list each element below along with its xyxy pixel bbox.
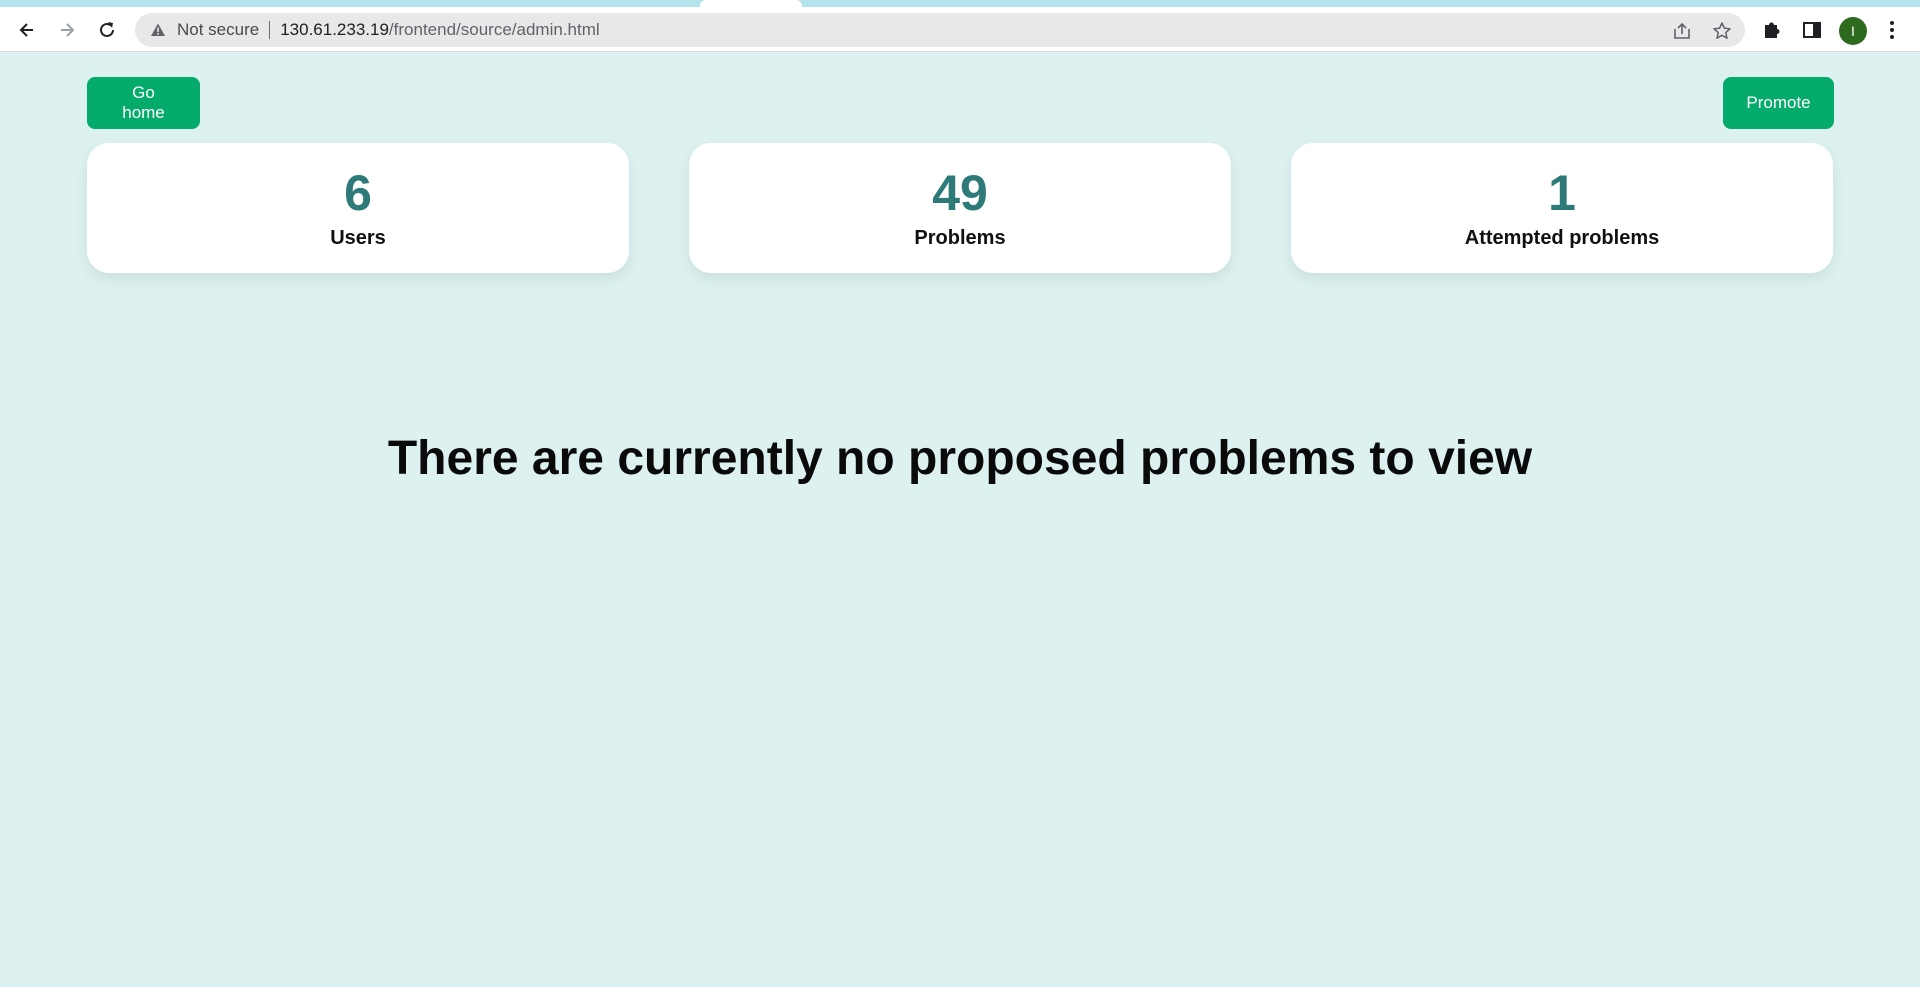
stat-label: Attempted problems <box>1464 227 1660 249</box>
reload-icon <box>100 22 114 37</box>
admin-page: Go home Promote 6 Users 49 Problems 1 At… <box>0 53 1920 987</box>
profile-avatar[interactable]: I <box>1839 17 1867 45</box>
tab-strip <box>0 0 1920 7</box>
address-bar[interactable]: Not secure 130.61.233.19/frontend/source… <box>135 13 1745 47</box>
arrow-right-icon <box>61 23 75 37</box>
security-label[interactable]: Not secure <box>177 20 259 40</box>
stat-card-attempted-problems: 1 Attempted problems <box>1291 143 1833 273</box>
stat-card-problems: 49 Problems <box>689 143 1231 273</box>
url-text[interactable]: 130.61.233.19/frontend/source/admin.html <box>280 20 599 40</box>
active-tab[interactable] <box>700 0 802 7</box>
share-icon[interactable] <box>1671 20 1693 42</box>
star-icon[interactable] <box>1711 20 1733 42</box>
arrow-left-icon <box>19 23 33 37</box>
url-host: 130.61.233.19 <box>280 20 389 39</box>
omnibox-separator <box>269 21 271 39</box>
stat-label: Users <box>330 227 386 249</box>
puzzle-icon[interactable] <box>1760 18 1784 42</box>
stat-card-users: 6 Users <box>87 143 629 273</box>
url-path: /frontend/source/admin.html <box>388 20 600 39</box>
empty-state-message: There are currently no proposed problems… <box>387 432 1533 485</box>
promote-button[interactable]: Promote <box>1723 77 1834 129</box>
stat-label: Problems <box>914 227 1006 249</box>
warning-triangle-icon <box>149 21 167 39</box>
forward-button[interactable] <box>52 15 82 45</box>
go-home-button[interactable]: Go home <box>87 77 200 129</box>
side-panel-icon[interactable] <box>1800 18 1824 42</box>
stat-value: 1 <box>1548 165 1576 221</box>
kebab-menu-icon[interactable] <box>1880 18 1904 42</box>
stat-value: 6 <box>344 165 372 221</box>
browser-toolbar: Not secure 130.61.233.19/frontend/source… <box>0 7 1920 52</box>
reload-button[interactable] <box>92 15 122 45</box>
stat-value: 49 <box>932 165 988 221</box>
back-button[interactable] <box>12 15 42 45</box>
